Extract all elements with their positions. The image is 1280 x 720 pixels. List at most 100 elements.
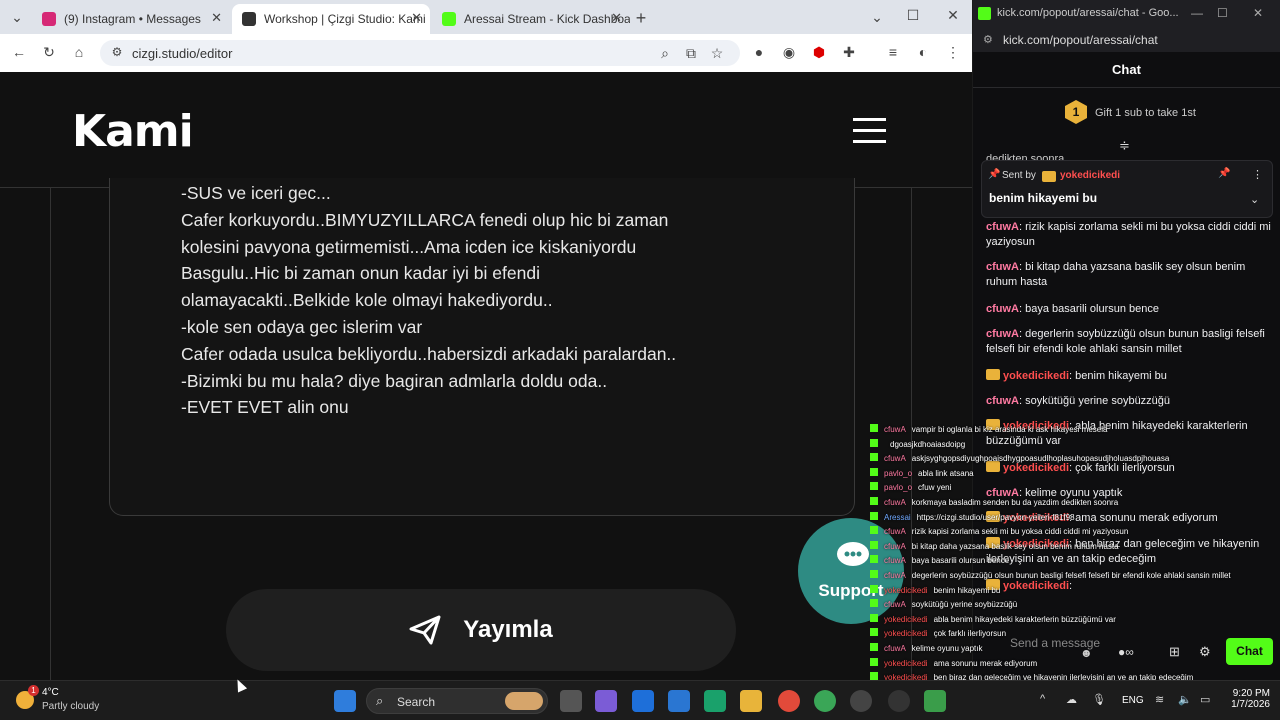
more-options-icon[interactable]: ⋮ xyxy=(1252,168,1263,181)
volume-icon[interactable]: 🔈 xyxy=(1178,693,1192,706)
kick-badge-icon xyxy=(870,540,878,549)
taskbar-search[interactable]: ⌕ Search xyxy=(366,688,548,714)
gift-sub-banner[interactable]: 1 Gift 1 sub to take 1st xyxy=(973,98,1280,128)
tray-chevron-icon[interactable]: ^ xyxy=(1040,693,1045,705)
overlay-text: çok farklı ilerliyorsun xyxy=(933,629,1007,639)
tab-instagram[interactable]: (9) Instagram • Messages ✕ xyxy=(32,4,230,34)
overlay-chat-line: dgoasjkdhoaiasdoipg xyxy=(870,438,965,449)
weather-temp: 4°C xyxy=(42,687,59,698)
home-icon[interactable]: ⌂ xyxy=(70,44,88,60)
task-view-icon[interactable] xyxy=(560,690,582,712)
editor-line: Basgulu..Hic bi zaman onun kadar iyi bi … xyxy=(181,263,540,284)
app-icon[interactable] xyxy=(924,690,946,712)
overlay-chat-line: cfuwA kelime oyunu yaptık xyxy=(870,643,983,653)
obs-icon[interactable] xyxy=(888,690,910,712)
close-icon[interactable]: ✕ xyxy=(611,10,622,26)
tray-icon[interactable]: ☁ xyxy=(1066,693,1077,706)
back-icon[interactable]: ← xyxy=(10,44,28,60)
address-bar[interactable]: ⚙ cizgi.studio/editor ⌕ ⧉ ☆ xyxy=(100,40,740,66)
unpin-icon[interactable]: 📌 xyxy=(1218,168,1230,179)
chat-username[interactable]: cfuwA xyxy=(986,261,1019,273)
new-tab-icon[interactable]: + xyxy=(632,8,650,29)
profile-avatar-icon[interactable]: ◐ xyxy=(914,44,932,60)
maximize-icon[interactable]: ☐ xyxy=(904,7,922,24)
minimize-icon[interactable]: ⌄ xyxy=(868,9,886,26)
windows-taskbar: 1 4°C Partly cloudy ⌕ Search ^ ☁ 🎙 ENG ≋… xyxy=(0,680,1280,720)
extension-icon[interactable]: ● xyxy=(750,44,768,60)
overlay-chat-line: Aressai https://cizgi.studio/user/pavyon-… xyxy=(870,511,1075,522)
extension-icon[interactable]: ◉ xyxy=(780,44,798,61)
overlay-chat-line: yokedicikedi abla benim hikayedeki karakt… xyxy=(870,613,1116,624)
editor-line: -EVET EVET alin onu xyxy=(181,397,349,418)
close-icon[interactable]: ✕ xyxy=(1253,6,1263,20)
chat-address-bar[interactable]: ⚙ kick.com/popout/aressai/chat xyxy=(973,28,1280,52)
more-menu-icon[interactable]: ⋮ xyxy=(944,44,962,61)
tab-kick-dashboard[interactable]: Aressai Stream - Kick Dashboar ✕ xyxy=(432,4,630,34)
overlay-text: degerlerin soybüzzüğü olsun bunun baslig… xyxy=(911,571,1231,580)
publish-button[interactable]: Yayımla xyxy=(226,589,736,671)
overlay-username: cfuwA xyxy=(884,571,906,580)
copilot-icon[interactable] xyxy=(595,690,617,712)
close-window-icon[interactable]: ✕ xyxy=(944,7,962,24)
adblock-icon[interactable]: ⬢ xyxy=(810,44,828,61)
site-info-icon[interactable]: ⚙ xyxy=(108,45,126,59)
overlay-username: cfuwA xyxy=(884,498,906,507)
kick-badge-icon xyxy=(870,482,878,491)
chevron-down-icon[interactable]: ⌄ xyxy=(1250,193,1259,206)
chat-username[interactable]: cfuwA xyxy=(986,303,1019,315)
pinned-user[interactable]: yokedicikedi xyxy=(1060,170,1120,181)
site-info-icon[interactable]: ⚙ xyxy=(983,33,993,46)
zoom-icon[interactable]: ⌕ xyxy=(656,45,674,62)
clock-time: 9:20 PM xyxy=(1232,688,1270,699)
chat-username[interactable]: cfuwA xyxy=(986,328,1019,340)
editor-line: -Bizimki bu mu hala? diye bagiran admlar… xyxy=(181,370,608,391)
kick-badge-icon xyxy=(870,424,878,432)
file-explorer-icon[interactable] xyxy=(740,690,762,712)
editor-line: Cafer odada usulca bekliyordu..habersizd… xyxy=(181,343,677,364)
system-clock[interactable]: 9:20 PM 1/7/2026 xyxy=(1218,688,1270,710)
overlay-chat-line: yokedicikedi çok farklı ilerliyorsun xyxy=(870,628,1006,638)
extensions-puzzle-icon[interactable]: ✚ xyxy=(840,44,858,61)
chat-username[interactable]: cfuwA xyxy=(986,395,1019,407)
edge-icon[interactable] xyxy=(704,690,726,712)
chat-username[interactable]: cfuwA xyxy=(986,221,1019,233)
mail-icon[interactable] xyxy=(668,690,690,712)
chrome-active-icon[interactable] xyxy=(814,690,836,712)
overlay-username: cfuwA xyxy=(884,425,906,434)
bookmark-star-icon[interactable]: ☆ xyxy=(708,45,726,62)
tab-workshop[interactable]: Workshop | Çizgi Studio: Kami ✕ xyxy=(232,4,430,34)
hamburger-menu-icon[interactable] xyxy=(853,118,886,143)
app-icon[interactable] xyxy=(850,690,872,712)
editor-line: kolesini pavyona getirmemisti...Ama icde… xyxy=(181,236,637,257)
kick-badge-icon xyxy=(870,453,878,462)
minimize-icon[interactable]: — xyxy=(1191,6,1203,20)
close-icon[interactable]: ✕ xyxy=(211,10,222,26)
maximize-icon[interactable]: ☐ xyxy=(1217,6,1228,20)
overlay-username: pavlo_o xyxy=(884,483,913,493)
kick-badge-icon xyxy=(870,628,878,637)
overlay-username: yokedicikedi xyxy=(884,629,928,639)
editor-content[interactable]: -SUS ve iceri gec... Cafer korkuyordu..B… xyxy=(181,180,741,421)
overlay-text: cfuw yeni xyxy=(918,483,952,493)
battery-icon[interactable]: ▭ xyxy=(1200,693,1210,706)
overlay-text: rizik kapisi zorlama sekli mi bu yoksa c… xyxy=(911,527,1129,537)
store-icon[interactable] xyxy=(632,690,654,712)
chrome-icon[interactable] xyxy=(778,690,800,712)
kick-badge-icon xyxy=(870,526,878,535)
overlay-text: abla link atsana xyxy=(918,468,974,478)
overlay-text: ama sonunu merak ediyorum xyxy=(933,658,1038,668)
close-icon[interactable]: ✕ xyxy=(411,10,422,26)
editor-line: -SUS ve iceri gec... xyxy=(181,183,331,203)
media-icon[interactable]: ≡ xyxy=(884,44,902,60)
overlay-username: cfuwA xyxy=(884,454,906,464)
language-indicator[interactable]: ENG xyxy=(1122,695,1144,706)
kick-badge-icon xyxy=(870,555,878,564)
wifi-icon[interactable]: ≋ xyxy=(1155,693,1164,706)
install-icon[interactable]: ⧉ xyxy=(682,45,700,62)
reload-icon[interactable]: ↻ xyxy=(40,44,58,61)
tab-search-icon[interactable]: ⌄ xyxy=(8,9,26,26)
chat-username[interactable]: yokedicikedi xyxy=(1003,370,1069,382)
site-logo[interactable]: Kami xyxy=(72,106,194,157)
mic-icon[interactable]: 🎙 xyxy=(1092,693,1106,706)
windows-start-icon[interactable] xyxy=(334,690,356,712)
